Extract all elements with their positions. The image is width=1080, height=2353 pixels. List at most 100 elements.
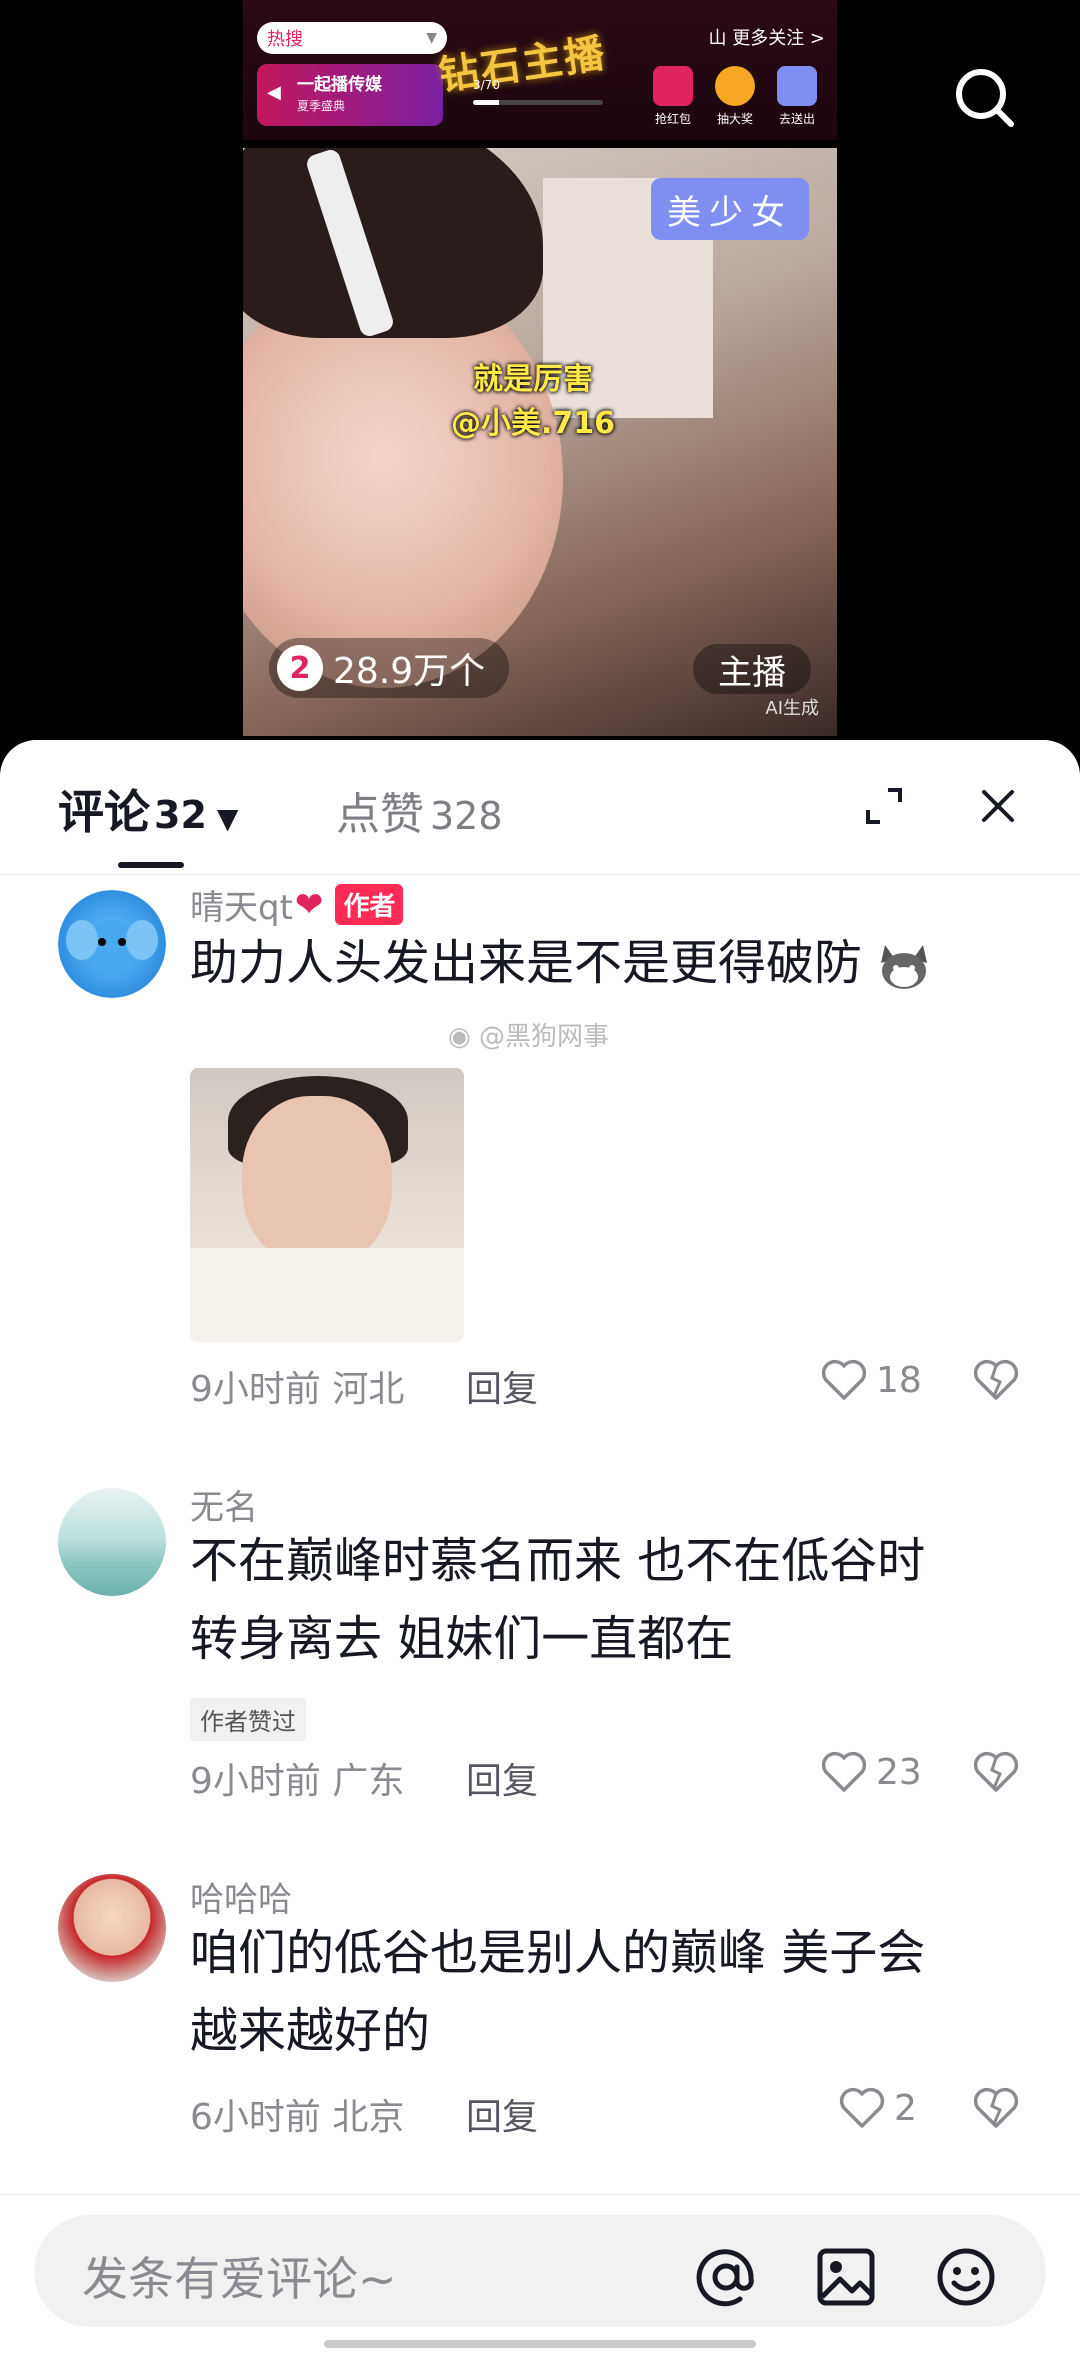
comment-input[interactable]: 发条有爱评论~ <box>34 2215 1046 2327</box>
progress-bar <box>473 100 603 105</box>
follow-more-link[interactable]: 山 更多关注 > <box>708 24 825 50</box>
red-heart-icon: ❤ <box>294 884 324 925</box>
close-button[interactable] <box>976 784 1020 828</box>
comment-meta: 9小时前 广东 <box>190 1761 405 1802</box>
comment-username[interactable]: 晴天qt ❤ 作者 <box>190 880 404 929</box>
video-badge: 美少女 <box>651 178 809 240</box>
heart-icon <box>821 1359 867 1400</box>
like-button[interactable]: 18 <box>820 1358 922 1402</box>
comment-text-body: 助力人头发出来是不是更得破防 <box>190 935 863 991</box>
caret-down-icon: ▼ <box>216 802 239 835</box>
comment-text-line-1: 咱们的低谷也是别人的巅峰 美子会 <box>190 1925 926 1981</box>
comment-text: 咱们的低谷也是别人的巅峰 美子会 越来越好的 <box>190 1914 1010 2070</box>
comment-text-line-1: 不在巅峰时慕名而来 也不在低谷时 <box>190 1533 926 1589</box>
event-title: 一起播传媒 <box>297 75 382 95</box>
ai-generated-label: AI生成 <box>765 698 819 719</box>
weibo-icon: ◉ <box>448 1022 471 1052</box>
like-button[interactable]: 2 <box>838 2086 917 2130</box>
elephant-avatar-icon <box>66 920 158 978</box>
chevron-left-icon: ◀ <box>267 82 281 103</box>
comment-meta: 6小时前 北京 <box>190 2097 405 2138</box>
streamer-hair <box>243 148 543 338</box>
task-grab-redpacket[interactable]: 抢红包 <box>643 66 703 127</box>
live-video-area[interactable]: 热搜 ▼ ◀ 一起播传媒 夏季盛典 钻石主播 3/70 山 更多关注 > 抢红包… <box>0 0 1080 740</box>
tab-comments-label: 评论 <box>58 785 150 839</box>
fire-icon <box>715 66 755 106</box>
smiley-icon <box>937 2248 995 2306</box>
comments-count: 32 <box>154 793 207 837</box>
like-count: 2 <box>894 2087 917 2129</box>
like-button[interactable]: 23 <box>820 1750 922 1794</box>
expand-button[interactable] <box>862 784 906 828</box>
search-icon <box>956 69 1014 127</box>
gift-icon <box>777 66 817 106</box>
task-label: 抢红包 <box>654 112 691 126</box>
tab-likes-label: 点赞 <box>336 789 424 840</box>
task-label: 抽大奖 <box>716 112 753 126</box>
comment-text: 不在巅峰时慕名而来 也不在低谷时 转身离去 姐妹们一直都在 <box>190 1522 1010 1678</box>
husky-emoji-icon <box>877 935 931 991</box>
watermark-text: @黑狗网事 <box>478 1022 609 1052</box>
watermark: ◉ @黑狗网事 <box>448 1016 609 1053</box>
expand-icon <box>866 788 902 824</box>
reply-button[interactable]: 回复 <box>466 2088 538 2140</box>
rank-number: 2 <box>277 645 323 691</box>
rank-viewer-badge[interactable]: 2 28.9万个 <box>269 638 510 698</box>
task-lottery[interactable]: 抽大奖 <box>705 66 765 127</box>
live-event-banner[interactable]: 热搜 ▼ ◀ 一起播传媒 夏季盛典 钻石主播 3/70 山 更多关注 > 抢红包… <box>243 0 837 140</box>
image-icon <box>817 2248 875 2306</box>
image-shirt <box>190 1248 464 1342</box>
hot-search-label: 热搜 <box>267 29 303 50</box>
author-tag: 作者 <box>335 884 404 925</box>
anchor-button[interactable]: 主播 <box>693 644 811 694</box>
close-icon <box>982 790 1014 822</box>
task-send[interactable]: 去送出 <box>767 66 827 127</box>
red-packet-icon <box>653 66 693 106</box>
comment-tabs: 评论 32 ▼ 点赞 328 <box>0 740 1080 875</box>
mention-button[interactable] <box>694 2245 758 2309</box>
dislike-button[interactable] <box>972 1750 1020 1794</box>
dislike-button[interactable] <box>972 1358 1020 1402</box>
like-count: 23 <box>876 1751 922 1793</box>
task-label: 去送出 <box>778 112 815 126</box>
at-icon <box>696 2249 754 2307</box>
emoji-button[interactable] <box>934 2245 998 2309</box>
tab-comments[interactable]: 评论 32 ▼ <box>58 776 238 842</box>
heart-icon <box>839 2087 885 2128</box>
like-count: 18 <box>876 1359 922 1401</box>
comment-meta: 9小时前 河北 <box>190 1369 405 1410</box>
reply-button[interactable]: 回复 <box>466 1752 538 1804</box>
author-liked-badge: 作者赞过 <box>190 1698 306 1741</box>
input-placeholder: 发条有爱评论~ <box>82 2252 397 2306</box>
video-caption: 就是厉害 @小美.716 <box>413 358 653 446</box>
active-tab-indicator <box>118 862 184 868</box>
event-card[interactable]: ◀ 一起播传媒 夏季盛典 <box>257 64 443 126</box>
progress-fill <box>473 100 499 105</box>
comment-image[interactable] <box>190 1068 464 1342</box>
caption-line-2: @小美.716 <box>450 406 616 441</box>
search-button[interactable] <box>945 58 1025 138</box>
comment-text-line-2: 越来越好的 <box>190 2003 431 2059</box>
comment-input-bar: 发条有爱评论~ <box>0 2194 1080 2353</box>
avatar[interactable] <box>58 1874 166 1982</box>
event-subtitle: 夏季盛典 <box>297 99 346 113</box>
reply-button[interactable]: 回复 <box>466 1360 538 1412</box>
username-text: 晴天qt <box>190 888 293 928</box>
hot-search-dropdown[interactable]: 热搜 ▼ <box>257 22 447 54</box>
avatar[interactable] <box>58 890 166 998</box>
image-button[interactable] <box>814 2245 878 2309</box>
video-frame[interactable]: 美少女 就是厉害 @小美.716 2 28.9万个 主播 AI生成 <box>243 148 837 736</box>
broken-heart-icon <box>973 1359 1019 1400</box>
event-progress: 3/70 <box>473 78 603 105</box>
comment-text-line-2: 转身离去 姐妹们一直都在 <box>190 1611 734 1667</box>
image-face <box>242 1096 392 1266</box>
dislike-button[interactable] <box>972 2086 1020 2130</box>
likes-count: 328 <box>430 794 503 838</box>
tab-likes[interactable]: 点赞 328 <box>336 778 503 842</box>
heart-icon <box>821 1751 867 1792</box>
home-indicator[interactable] <box>324 2340 756 2348</box>
viewer-count: 28.9万个 <box>333 651 486 692</box>
comment-sheet: 评论 32 ▼ 点赞 328 晴天qt ❤ 作者 助力人头发出来是不是更得破防 … <box>0 740 1080 2352</box>
avatar[interactable] <box>58 1488 166 1596</box>
caption-line-1: 就是厉害 <box>473 362 593 397</box>
